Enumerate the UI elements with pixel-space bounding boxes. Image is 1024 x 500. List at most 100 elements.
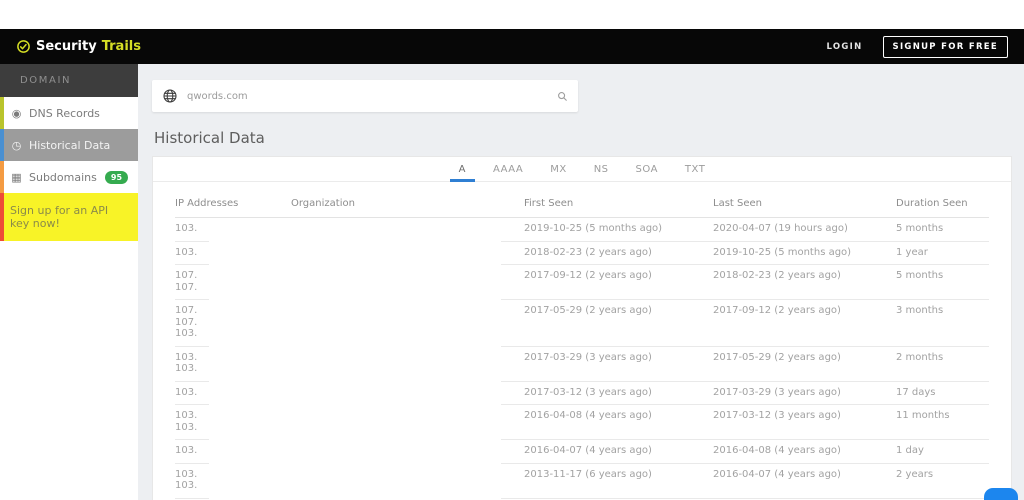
table-header-row: IP Addresses Organization First Seen Last S… [175,195,989,218]
table-row: 103. 103. 2016-04-08 (4 years ago) 2017-03-… [175,405,989,440]
accent-strip [0,129,4,161]
last-seen-cell: 2016-04-07 (4 years ago) [713,468,841,480]
duration-seen-cell: 2 years [896,468,934,480]
ip-addresses-cell: 107. 107. [175,270,291,293]
top-navigation-bar: Security Trails LOGIN SIGNUP FOR FREE [0,29,1024,64]
table-row: 103. 2018-02-23 (2 years ago) 2019-10-25 (… [175,242,989,266]
ip-addresses-cell: 103. 103. [175,469,291,492]
first-seen-cell: 2016-04-08 (4 years ago) [524,410,652,421]
column-header-first-seen: First Seen [524,198,574,209]
ip-address[interactable]: 107. [175,305,291,317]
ip-address[interactable]: 103. [175,410,291,422]
ip-address[interactable]: 103. [175,480,291,492]
ip-address[interactable]: 103. [175,352,291,364]
tab-ns[interactable]: NS [594,164,609,181]
first-seen-cell: 2018-02-23 (2 years ago) [524,246,652,258]
ip-address[interactable]: 107. [175,282,291,294]
ip-address[interactable]: 103. [175,422,291,434]
ip-address[interactable]: 107. [175,317,291,329]
tab-txt[interactable]: TXT [685,164,705,181]
sidebar-section-title: DOMAIN [0,64,138,97]
sidebar-item-historical-data[interactable]: ◷ Historical Data [0,129,138,161]
ip-addresses-cell: 103. [175,247,291,259]
layout: DOMAIN ◉ DNS Records ◷ Historical Data ▦ Subd… [0,64,1024,500]
domain-search-bar[interactable] [152,80,578,112]
domain-search-input[interactable] [187,90,548,102]
ip-address[interactable]: 107. [175,270,291,282]
signup-button[interactable]: SIGNUP FOR FREE [882,35,1008,58]
brand-name-secondary: Trails [101,39,141,54]
record-type-tabs: A AAAA MX NS SOA TXT [153,157,1011,182]
table-row: 103. 2016-04-07 (4 years ago) 2016-04-08 (… [175,440,989,464]
sidebar-item-label: Subdomains [29,170,97,184]
tab-soa[interactable]: SOA [636,164,658,181]
duration-seen-cell: 11 months [896,410,950,421]
sidebar-item-dns-records[interactable]: ◉ DNS Records [0,97,138,129]
tab-a[interactable]: A [449,164,476,182]
table-row: 107. 107. 2017-09-12 (2 years ago) 2018-02-… [175,265,989,300]
sidebar: DOMAIN ◉ DNS Records ◷ Historical Data ▦ Subd… [0,64,138,500]
login-button[interactable]: LOGIN [826,42,862,52]
securitytrails-logo[interactable]: Security Trails [16,39,141,54]
ip-addresses-cell: 103. [175,223,291,235]
page: Security Trails LOGIN SIGNUP FOR FREE DOM… [0,0,1024,500]
first-seen-cell: 2017-05-29 (2 years ago) [524,305,652,316]
ip-addresses-cell: 103. 103. [175,352,291,375]
sidebar-item-subdomains[interactable]: ▦ Subdomains 95 [0,161,138,193]
last-seen-cell: 2017-03-12 (3 years ago) [713,410,841,421]
ip-address[interactable]: 103. [175,328,291,340]
table-row: 103. 2017-03-12 (3 years ago) 2017-03-29 (… [175,382,989,406]
ip-address[interactable]: 103. [175,387,291,399]
securitytrails-logo-icon [17,40,30,53]
ip-addresses-cell: 107. 107. 103. [175,305,291,340]
last-seen-cell: 2017-09-12 (2 years ago) [713,305,841,316]
table-row: 107. 107. 103. 2017-05-29 (2 years ago) 2017… [175,300,989,347]
tab-aaaa[interactable]: AAAA [493,164,523,181]
first-seen-cell: 2013-11-17 (6 years ago) [524,468,652,480]
duration-seen-cell: 5 months [896,223,944,234]
ip-address[interactable]: 103. [175,445,291,457]
tab-mx[interactable]: MX [550,164,566,181]
duration-seen-cell: 2 months [896,351,944,363]
main-content: Historical Data AAAAAMXNSSOATXT IP Addre… [138,64,1024,500]
duration-seen-cell: 17 days [896,386,936,398]
ip-address[interactable]: 103. [175,247,291,259]
table-row: 103. 2019-10-25 (5 months ago) 2020-04-07 … [175,218,989,242]
last-seen-cell: 2018-02-23 (2 years ago) [713,270,841,281]
page-title: Historical Data [154,129,265,147]
historical-data-table: IP Addresses Organization First Seen Last S… [153,182,1011,500]
ip-addresses-cell: 103. [175,445,291,457]
accent-strip [0,161,4,193]
column-header-organization: Organization [291,198,355,209]
last-seen-cell: 2017-05-29 (2 years ago) [713,351,841,363]
sidebar-item-label: Historical Data [29,138,111,152]
duration-seen-cell: 1 year [896,246,928,258]
duration-seen-cell: 5 months [896,270,944,281]
brand-name-primary: Security [36,39,97,54]
globe-target-icon: ◉ [11,106,22,120]
first-seen-cell: 2017-03-29 (3 years ago) [524,351,652,363]
last-seen-cell: 2017-03-29 (3 years ago) [713,386,841,398]
topbar-actions: LOGIN SIGNUP FOR FREE [826,35,1008,58]
column-header-last-seen: Last Seen [713,198,762,209]
historical-data-card: A AAAA MX NS SOA TXT IP Addresses Organization… [152,156,1012,500]
first-seen-cell: 2017-03-12 (3 years ago) [524,386,652,398]
chat-widget-button[interactable] [984,488,1018,500]
sidebar-nav: ◉ DNS Records ◷ Historical Data ▦ Subdomains 9… [0,97,138,193]
ip-address[interactable]: 103. [175,363,291,375]
history-clock-icon: ◷ [11,138,22,152]
accent-strip [0,193,4,241]
column-header-duration-seen: Duration Seen [896,198,968,209]
first-seen-cell: 2017-09-12 (2 years ago) [524,270,652,281]
duration-seen-cell: 1 day [896,445,924,456]
ip-address[interactable]: 103. [175,223,291,235]
accent-strip [0,97,4,129]
ip-address[interactable]: 103. [175,469,291,481]
search-icon[interactable] [557,91,568,102]
sidebar-item-label: DNS Records [29,106,100,120]
table-row: 103. 103. 2017-03-29 (3 years ago) 2017-05-… [175,347,989,382]
api-key-banner[interactable]: Sign up for an API key now! [0,193,138,241]
last-seen-cell: 2016-04-08 (4 years ago) [713,445,841,456]
first-seen-cell: 2016-04-07 (4 years ago) [524,445,652,456]
api-key-banner-label: Sign up for an API key now! [10,204,109,230]
